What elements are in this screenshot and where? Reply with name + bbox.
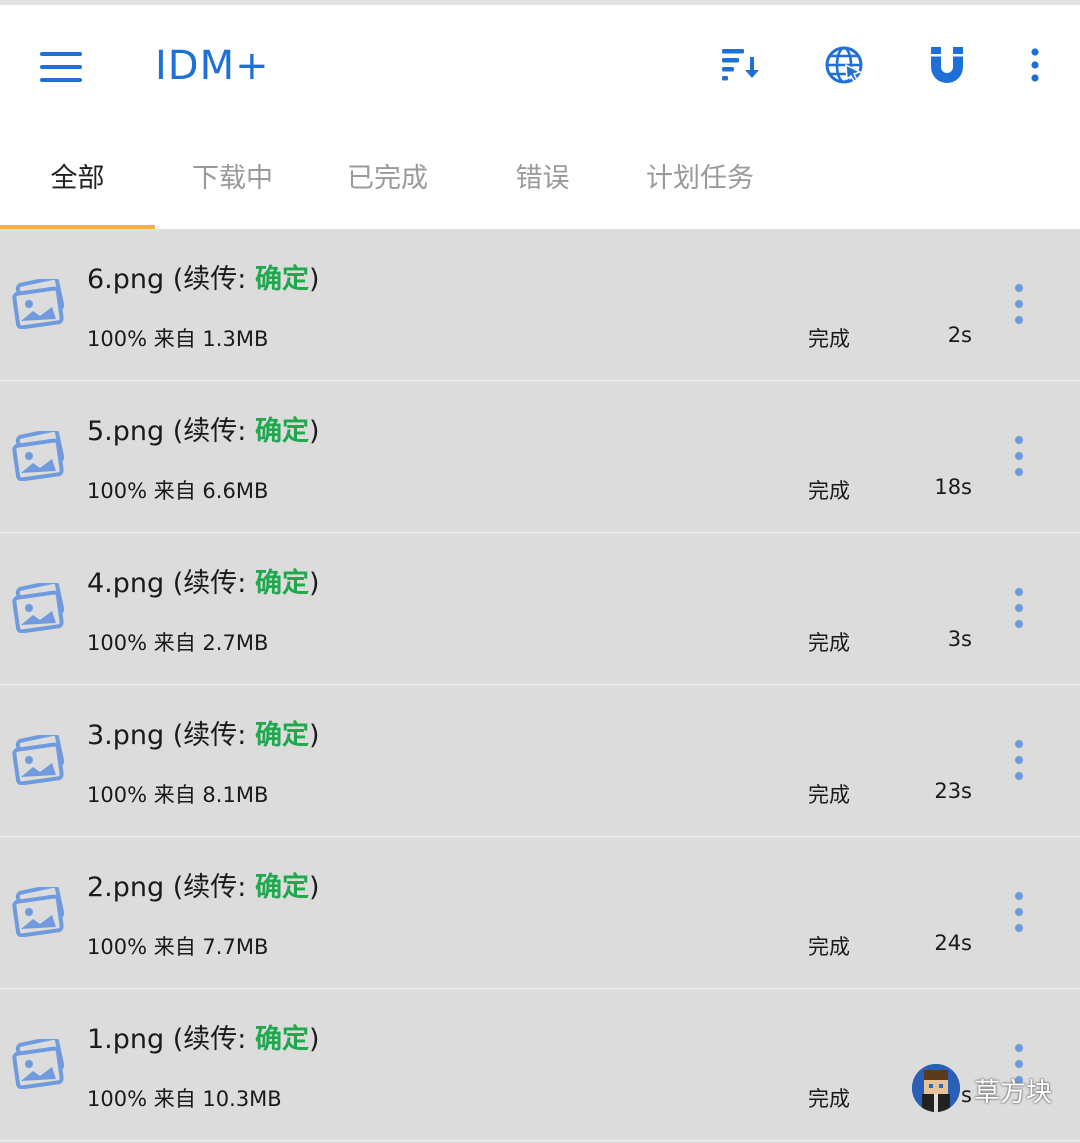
watermark-text: 草方块 (974, 1078, 1053, 1108)
file-name: 1.png (87, 1024, 165, 1055)
resume-suffix: ) (308, 264, 320, 295)
image-file-icon (12, 1035, 66, 1090)
status-text: 完成 (808, 1087, 850, 1111)
resume-suffix: ) (308, 872, 320, 903)
resume-suffix: ) (308, 416, 320, 447)
image-file-icon (12, 427, 66, 482)
elapsed-time: 18s (934, 475, 972, 499)
download-detail: 100% 来自 8.1MB (87, 779, 268, 809)
file-size: 1.3MB (202, 327, 269, 351)
progress-text: 100% (87, 631, 148, 655)
status-text: 完成 (808, 479, 850, 503)
tab-bar: 全部 下载中 已完成 错误 计划任务 (0, 135, 1080, 229)
tab-all[interactable]: 全部 (0, 135, 155, 229)
resume-value: 确定 (254, 872, 309, 903)
file-name: 6.png (87, 264, 165, 295)
file-size: 10.3MB (202, 1087, 282, 1111)
elapsed-time: 3s (947, 627, 972, 651)
app-bar: IDM+ 全部 下载中 已完成 错误 计划任务 (0, 5, 1080, 230)
watermark: 草方块 (912, 1064, 1072, 1114)
from-label: 来自 (153, 479, 196, 503)
magnet-icon[interactable] (925, 43, 969, 87)
resume-value: 确定 (254, 568, 309, 599)
row-more-icon[interactable] (1008, 740, 1030, 780)
elapsed-time: 2s (947, 323, 972, 347)
resume-value: 确定 (254, 1024, 309, 1055)
download-detail: 100% 来自 2.7MB (87, 627, 268, 657)
from-label: 来自 (153, 935, 196, 959)
row-more-icon[interactable] (1008, 284, 1030, 324)
progress-text: 100% (87, 935, 148, 959)
resume-value: 确定 (254, 264, 309, 295)
progress-text: 100% (87, 327, 148, 351)
status-text: 完成 (808, 327, 850, 351)
resume-value: 确定 (254, 416, 309, 447)
file-size: 8.1MB (202, 783, 269, 807)
status-text: 完成 (808, 631, 850, 655)
download-row[interactable]: 5.png (续传: 确定) 100% 来自 6.6MB 完成 18s (0, 381, 1080, 533)
image-file-icon (12, 731, 66, 786)
app-title: IDM+ (155, 43, 270, 89)
image-file-icon (12, 883, 66, 938)
resume-suffix: ) (308, 720, 320, 751)
file-name-line: 2.png (续传: 确定) (87, 865, 320, 904)
sort-icon[interactable] (719, 43, 763, 87)
progress-text: 100% (87, 479, 148, 503)
resume-suffix: ) (308, 568, 320, 599)
from-label: 来自 (153, 1087, 196, 1111)
file-name-line: 4.png (续传: 确定) (87, 561, 320, 600)
tab-error[interactable]: 错误 (465, 135, 620, 229)
download-detail: 100% 来自 10.3MB (87, 1083, 282, 1113)
hamburger-icon[interactable] (40, 52, 82, 82)
progress-text: 100% (87, 783, 148, 807)
image-file-icon (12, 275, 66, 330)
file-name: 3.png (87, 720, 165, 751)
download-row[interactable]: 2.png (续传: 确定) 100% 来自 7.7MB 完成 24s (0, 837, 1080, 989)
file-name: 2.png (87, 872, 165, 903)
row-more-icon[interactable] (1008, 588, 1030, 628)
elapsed-time: 24s (934, 931, 972, 955)
from-label: 来自 (153, 631, 196, 655)
elapsed-time: 23s (934, 779, 972, 803)
more-vert-icon[interactable] (1013, 43, 1057, 87)
resume-label: (续传: (164, 1024, 255, 1055)
file-size: 2.7MB (202, 631, 269, 655)
download-row[interactable]: 3.png (续传: 确定) 100% 来自 8.1MB 完成 23s (0, 685, 1080, 837)
file-size: 6.6MB (202, 479, 269, 503)
download-detail: 100% 来自 1.3MB (87, 323, 268, 353)
file-name-line: 1.png (续传: 确定) (87, 1017, 320, 1056)
download-list: 6.png (续传: 确定) 100% 来自 1.3MB 完成 2s 5.png… (0, 229, 1080, 1141)
download-row[interactable]: 6.png (续传: 确定) 100% 来自 1.3MB 完成 2s (0, 229, 1080, 381)
resume-label: (续传: (164, 416, 255, 447)
file-name-line: 3.png (续传: 确定) (87, 713, 320, 752)
image-file-icon (12, 579, 66, 634)
file-name-line: 5.png (续传: 确定) (87, 409, 320, 448)
resume-value: 确定 (254, 720, 309, 751)
resume-label: (续传: (164, 264, 255, 295)
from-label: 来自 (153, 327, 196, 351)
status-text: 完成 (808, 783, 850, 807)
row-more-icon[interactable] (1008, 436, 1030, 476)
resume-label: (续传: (164, 568, 255, 599)
watermark-avatar (912, 1064, 960, 1112)
progress-text: 100% (87, 1087, 148, 1111)
resume-suffix: ) (308, 1024, 320, 1055)
globe-icon[interactable] (822, 43, 866, 87)
tab-downloading[interactable]: 下载中 (155, 135, 310, 229)
download-detail: 100% 来自 6.6MB (87, 475, 268, 505)
row-more-icon[interactable] (1008, 892, 1030, 932)
file-name: 4.png (87, 568, 165, 599)
file-name: 5.png (87, 416, 165, 447)
file-size: 7.7MB (202, 935, 269, 959)
download-row[interactable]: 4.png (续传: 确定) 100% 来自 2.7MB 完成 3s (0, 533, 1080, 685)
from-label: 来自 (153, 783, 196, 807)
file-name-line: 6.png (续传: 确定) (87, 257, 320, 296)
resume-label: (续传: (164, 872, 255, 903)
resume-label: (续传: (164, 720, 255, 751)
download-detail: 100% 来自 7.7MB (87, 931, 268, 961)
tab-completed[interactable]: 已完成 (310, 135, 465, 229)
tab-scheduled[interactable]: 计划任务 (620, 135, 780, 229)
status-text: 完成 (808, 935, 850, 959)
